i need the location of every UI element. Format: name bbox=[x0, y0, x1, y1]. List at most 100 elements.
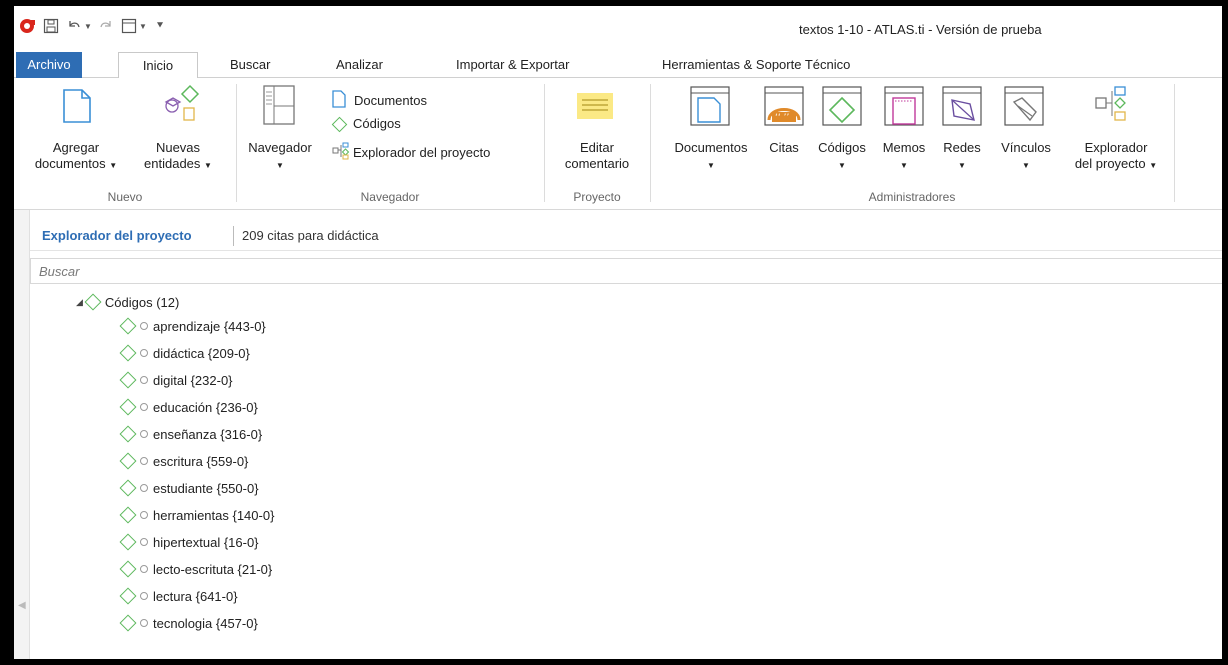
undo-icon[interactable] bbox=[66, 17, 82, 35]
circle-icon bbox=[140, 511, 148, 519]
documents-manager-button[interactable]: Documentos ▼ bbox=[664, 140, 758, 174]
tab-archivo[interactable]: Archivo bbox=[16, 52, 82, 78]
code-diamond-icon bbox=[119, 506, 137, 524]
project-explorer-large-icon bbox=[1094, 86, 1130, 125]
navigator-icon bbox=[262, 84, 296, 129]
group-separator bbox=[650, 84, 651, 202]
edit-comment-icon bbox=[576, 92, 614, 125]
documents-manager-icon bbox=[690, 86, 730, 129]
code-diamond-icon bbox=[119, 560, 137, 578]
new-entities-button[interactable]: Nuevas entidades ▼ bbox=[132, 140, 224, 174]
navigator-documents-button[interactable]: Documentos bbox=[332, 90, 427, 112]
project-explorer-icon bbox=[332, 142, 350, 164]
tab-analizar[interactable]: Analizar bbox=[332, 52, 387, 78]
tab-inicio[interactable]: Inicio bbox=[118, 52, 198, 79]
tab-importar-exportar[interactable]: Importar & Exportar bbox=[452, 52, 573, 78]
expand-triangle-icon[interactable]: ◢ bbox=[76, 297, 83, 308]
tree-item[interactable]: digital {232-0} bbox=[118, 370, 233, 390]
redo-icon[interactable] bbox=[98, 17, 114, 35]
networks-manager-icon bbox=[942, 86, 982, 129]
tree-item[interactable]: lecto-escrituta {21-0} bbox=[118, 559, 272, 579]
explorer-title[interactable]: Explorador del proyecto bbox=[42, 228, 192, 243]
links-manager-button[interactable]: Vínculos ▼ bbox=[994, 140, 1058, 174]
search-input[interactable] bbox=[31, 259, 1222, 283]
tab-buscar[interactable]: Buscar bbox=[226, 52, 274, 78]
code-label: estudiante {550-0} bbox=[153, 480, 259, 496]
networks-manager-button[interactable]: Redes ▼ bbox=[934, 140, 990, 174]
tree-item[interactable]: herramientas {140-0} bbox=[118, 505, 274, 525]
code-label: escritura {559-0} bbox=[153, 453, 249, 469]
circle-icon bbox=[140, 322, 148, 330]
atlas-logo-icon bbox=[18, 17, 38, 35]
tree-item[interactable]: enseñanza {316-0} bbox=[118, 424, 262, 444]
memos-manager-button[interactable]: Memos ▼ bbox=[876, 140, 932, 174]
ribbon-tabs: Archivo Inicio Buscar Analizar Importar … bbox=[14, 52, 1222, 79]
group-separator bbox=[236, 84, 237, 202]
group-separator bbox=[544, 84, 545, 202]
tree-item[interactable]: estudiante {550-0} bbox=[118, 478, 259, 498]
tree-item[interactable]: educación {236-0} bbox=[118, 397, 258, 417]
codes-manager-icon bbox=[822, 86, 862, 129]
svg-text:‘‘ ’’: ‘‘ ’’ bbox=[775, 113, 789, 123]
tree-item[interactable]: lectura {641-0} bbox=[118, 586, 238, 606]
circle-icon bbox=[140, 349, 148, 357]
code-label: lectura {641-0} bbox=[153, 588, 238, 604]
tree-root-codes[interactable]: ◢ Códigos (12) bbox=[76, 292, 179, 312]
ribbon: Agregar documentos ▼ Nuevas entidades ▼ … bbox=[14, 78, 1222, 210]
code-label: didáctica {209-0} bbox=[153, 345, 250, 361]
undo-dropdown-icon[interactable]: ▼ bbox=[84, 17, 92, 35]
edit-comment-button[interactable]: Editar comentario bbox=[554, 140, 640, 172]
circle-icon bbox=[140, 457, 148, 465]
customize-toolbar-icon[interactable]: ⯆ bbox=[154, 17, 166, 35]
tree-item[interactable]: didáctica {209-0} bbox=[118, 343, 250, 363]
links-manager-icon bbox=[1004, 86, 1044, 129]
circle-icon bbox=[140, 430, 148, 438]
navigator-button[interactable]: Navegador ▼ bbox=[242, 140, 318, 174]
tree-item[interactable]: escritura {559-0} bbox=[118, 451, 248, 471]
code-diamond-icon bbox=[119, 479, 137, 497]
tree-item[interactable]: tecnologia {457-0} bbox=[118, 613, 258, 633]
group-label-nuevo: Nuevo bbox=[107, 190, 143, 204]
code-diamond-icon bbox=[119, 533, 137, 551]
explorer-header: Explorador del proyecto 209 citas para d… bbox=[30, 221, 1222, 251]
circle-icon bbox=[140, 565, 148, 573]
title-bar: ▼ ▼ ⯆ textos 1-10 - ATLAS.ti - Versión d… bbox=[14, 6, 1222, 52]
circle-icon bbox=[140, 376, 148, 384]
group-label-navegador: Navegador bbox=[360, 190, 420, 204]
code-label: aprendizaje {443-0} bbox=[153, 318, 266, 334]
collapse-left-icon[interactable]: ◀ bbox=[18, 600, 26, 611]
explorer-breadcrumb: 209 citas para didáctica bbox=[242, 228, 379, 243]
group-separator bbox=[1174, 84, 1175, 202]
left-collapse-bar[interactable]: ◀ bbox=[14, 210, 30, 659]
circle-icon bbox=[140, 592, 148, 600]
window-layout-icon[interactable] bbox=[120, 17, 138, 35]
circle-icon bbox=[140, 484, 148, 492]
code-diamond-icon bbox=[119, 371, 137, 389]
code-label: digital {232-0} bbox=[153, 372, 233, 388]
quotations-manager-button[interactable]: Citas bbox=[760, 140, 808, 156]
tree-root-label: Códigos (12) bbox=[104, 294, 180, 310]
code-label: tecnologia {457-0} bbox=[153, 615, 258, 631]
code-diamond-icon bbox=[119, 425, 137, 443]
add-document-icon bbox=[62, 88, 92, 127]
quotations-manager-icon: ‘‘ ’’ bbox=[764, 86, 804, 129]
app-window: ▼ ▼ ⯆ textos 1-10 - ATLAS.ti - Versión d… bbox=[14, 6, 1222, 659]
memos-manager-icon bbox=[884, 86, 924, 129]
header-divider bbox=[233, 226, 234, 246]
tab-herramientas[interactable]: Herramientas & Soporte Técnico bbox=[658, 52, 854, 78]
navigator-project-explorer-button[interactable]: Explorador del proyecto bbox=[332, 142, 490, 164]
window-title: textos 1-10 - ATLAS.ti - Versión de prue… bbox=[799, 22, 1042, 37]
code-label: lecto-escrituta {21-0} bbox=[153, 561, 273, 577]
project-explorer-button[interactable]: Explorador del proyecto ▼ bbox=[1068, 140, 1164, 174]
circle-icon bbox=[140, 403, 148, 411]
save-icon[interactable] bbox=[42, 17, 60, 35]
navigator-codes-button[interactable]: Códigos bbox=[331, 116, 401, 132]
tree-item[interactable]: hipertextual {16-0} bbox=[118, 532, 259, 552]
codes-manager-button[interactable]: Códigos ▼ bbox=[810, 140, 874, 174]
tree-item[interactable]: aprendizaje {443-0} bbox=[118, 316, 266, 336]
add-documents-button[interactable]: Agregar documentos ▼ bbox=[30, 140, 122, 174]
group-label-administradores: Administradores bbox=[868, 190, 956, 204]
group-label-proyecto: Proyecto bbox=[573, 190, 621, 204]
code-diamond-icon bbox=[119, 398, 137, 416]
layout-dropdown-icon[interactable]: ▼ bbox=[139, 17, 147, 35]
